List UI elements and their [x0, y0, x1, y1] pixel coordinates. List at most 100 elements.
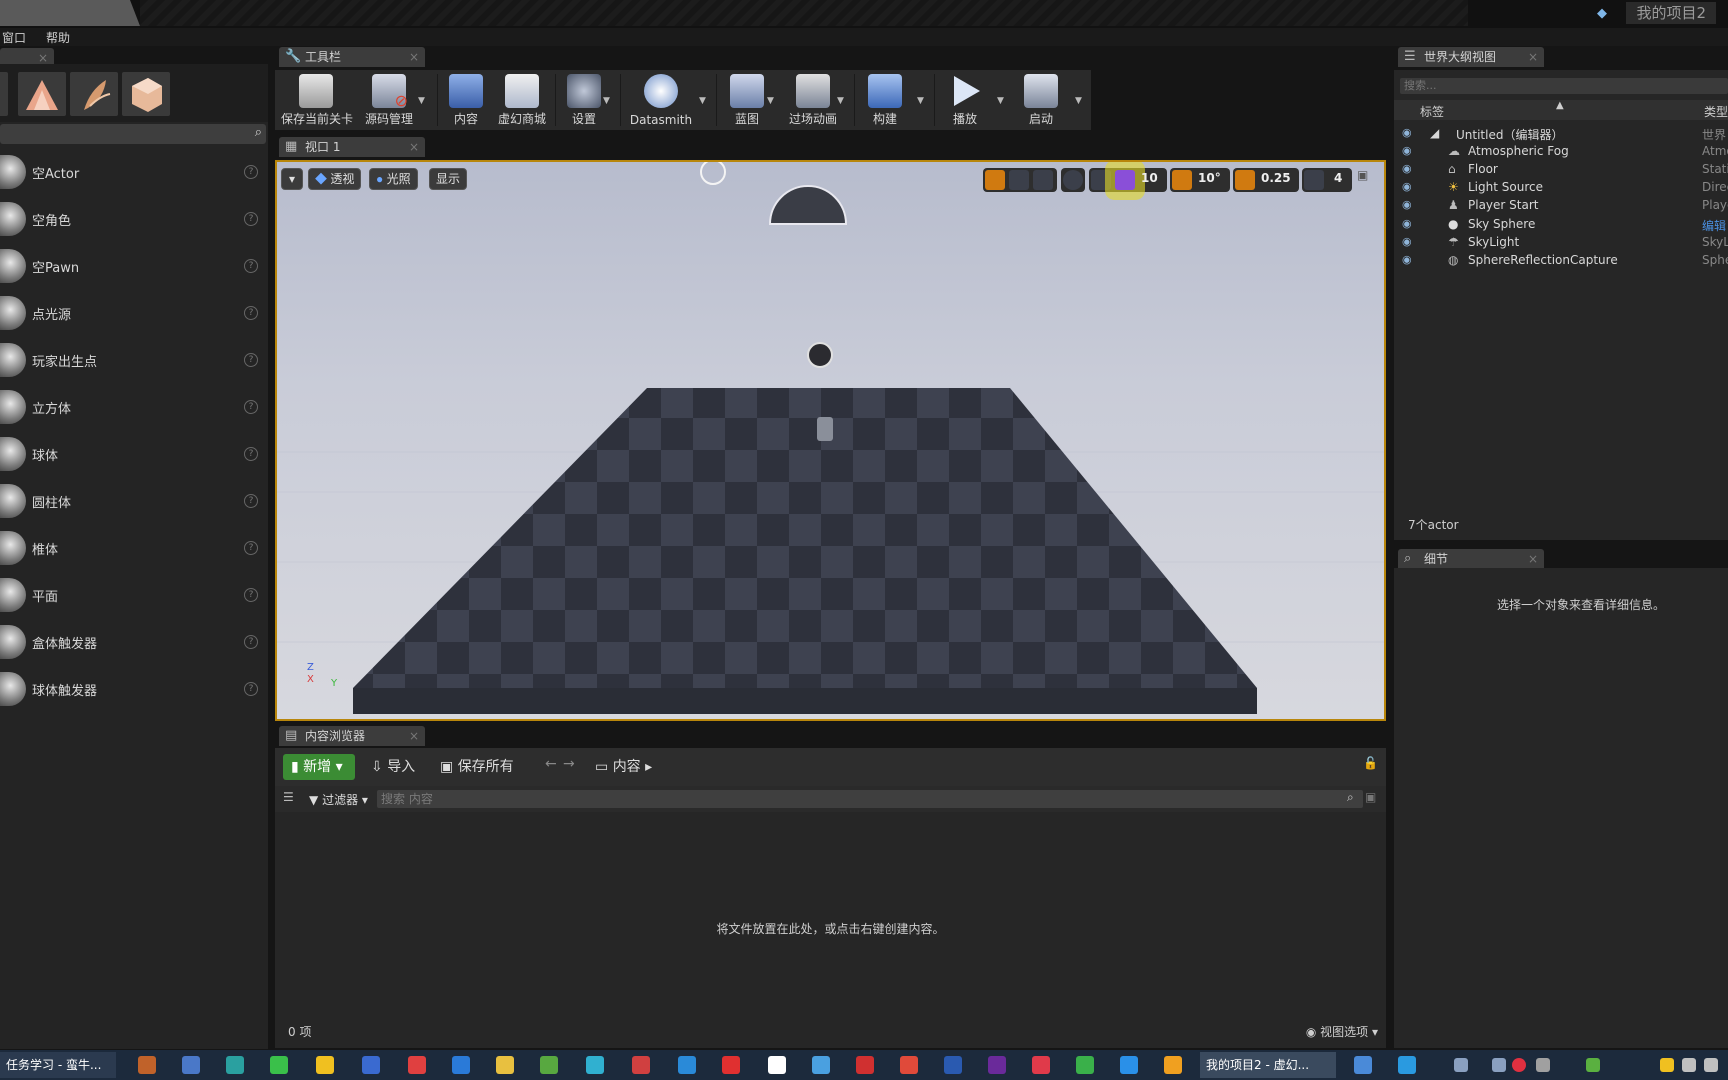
eye-icon[interactable]: ◉ — [1402, 162, 1412, 175]
eye-icon[interactable]: ◉ — [1402, 198, 1412, 211]
save-all-button[interactable]: ▣ 保存所有 — [440, 756, 514, 776]
import-button[interactable]: ⇩ 导入 — [371, 756, 415, 776]
details-tab[interactable]: ⌕ 细节 × — [1398, 549, 1544, 569]
lock-icon[interactable]: 🔓 — [1363, 756, 1378, 770]
app-icon[interactable] — [856, 1056, 874, 1074]
camera-icon[interactable] — [1304, 170, 1324, 190]
outliner-search-input[interactable]: 搜索... — [1400, 78, 1728, 94]
help-icon[interactable]: ? — [244, 494, 258, 508]
app-icon[interactable] — [540, 1056, 558, 1074]
outliner-row[interactable]: ◉ ♟ Player Start Playe — [1394, 196, 1728, 214]
move-icon[interactable] — [985, 170, 1005, 190]
tree-expander-icon[interactable]: ◢ — [1430, 126, 1439, 140]
place-item[interactable]: 盒体触发器? — [0, 619, 268, 665]
filter-button[interactable]: ▼ 过滤器 ▾ — [309, 791, 368, 808]
actor-type-link[interactable]: 编辑 — [1702, 217, 1726, 234]
chevron-down-icon[interactable]: ▼ — [1075, 96, 1082, 106]
help-icon[interactable]: ? — [244, 588, 258, 602]
photoshop-icon[interactable] — [452, 1056, 470, 1074]
chevron-down-icon[interactable]: ▼ — [603, 96, 610, 106]
taskbar-window-unreal[interactable]: 我的项目2 - 虚幻... — [1200, 1052, 1336, 1078]
add-new-button[interactable]: ▮ 新增 ▾ — [283, 754, 355, 780]
help-icon[interactable]: ? — [244, 682, 258, 696]
help-icon[interactable]: ? — [244, 635, 258, 649]
rotation-snap-icon[interactable] — [1172, 170, 1192, 190]
unreal-icon[interactable] — [768, 1056, 786, 1074]
outliner-row[interactable]: ◉ ☀ Light Source Direc — [1394, 178, 1728, 196]
place-item[interactable]: 立方体? — [0, 384, 268, 430]
close-icon[interactable]: × — [409, 137, 419, 157]
close-icon[interactable]: × — [1528, 47, 1538, 67]
grid-snap-icon[interactable] — [1115, 170, 1135, 190]
close-icon[interactable]: × — [409, 726, 419, 746]
help-icon[interactable]: ? — [244, 165, 258, 179]
help-icon[interactable]: ? — [244, 353, 258, 367]
category-landscape-icon[interactable] — [18, 72, 66, 116]
eye-icon[interactable]: ◉ — [1402, 217, 1412, 230]
qq-icon[interactable] — [316, 1056, 334, 1074]
maximize-viewport-button[interactable]: ▣ — [1357, 168, 1377, 192]
app-icon[interactable] — [182, 1056, 200, 1074]
wechat-icon[interactable] — [270, 1056, 288, 1074]
scale-icon[interactable] — [1033, 170, 1053, 190]
content-browser-tab[interactable]: ▤ 内容浏览器 × — [279, 726, 425, 746]
tray-icon[interactable] — [1536, 1058, 1550, 1072]
chevron-down-icon[interactable]: ▼ — [699, 96, 706, 106]
viewport-tab[interactable]: ▦ 视口 1 × — [279, 137, 425, 157]
help-icon[interactable]: ? — [244, 306, 258, 320]
tray-icon[interactable] — [1586, 1058, 1600, 1072]
taskbar-window-task-study[interactable]: 任务学习 - 蛮牛... — [0, 1052, 116, 1078]
column-label-header[interactable]: 标签 — [1420, 103, 1444, 120]
back-button[interactable]: ← — [545, 756, 557, 772]
chevron-down-icon[interactable]: ▼ — [767, 96, 774, 106]
place-item[interactable]: 空Pawn? — [0, 243, 268, 289]
tray-icon[interactable] — [1512, 1058, 1526, 1072]
rotation-snap-value[interactable]: 10° — [1198, 171, 1221, 185]
help-icon[interactable]: ? — [244, 259, 258, 273]
network-icon[interactable] — [1704, 1058, 1718, 1072]
outliner-row[interactable]: ◉ ◍ SphereReflectionCapture Sphe — [1394, 251, 1728, 269]
menu-window[interactable]: 窗口 — [2, 29, 26, 46]
scale-snap-value[interactable]: 0.25 — [1261, 171, 1291, 185]
place-item[interactable]: 圆柱体? — [0, 478, 268, 524]
place-search-input[interactable]: ⌕ — [0, 124, 266, 144]
app-icon[interactable] — [1076, 1056, 1094, 1074]
chevron-down-icon[interactable]: ▼ — [418, 96, 425, 106]
path-breadcrumb[interactable]: ▭ 内容 ▸ — [595, 756, 652, 776]
content-search-input[interactable]: 搜索 内容 — [377, 790, 1363, 808]
level-viewport[interactable]: ▾ ◆ 透视 ● 光照 显示 10 10° 0.25 4 ▣ Z X Y — [275, 160, 1386, 721]
scale-snap-icon[interactable] — [1235, 170, 1255, 190]
outliner-row[interactable]: ◉ ⌂ Floor Static — [1394, 160, 1728, 178]
app-icon[interactable] — [1164, 1056, 1182, 1074]
save-search-icon[interactable]: ▣ — [1365, 790, 1376, 804]
place-item[interactable]: 玩家出生点? — [0, 337, 268, 383]
help-icon[interactable]: ? — [244, 400, 258, 414]
sources-toggle-icon[interactable]: ☰ — [283, 790, 294, 804]
app-icon[interactable] — [362, 1056, 380, 1074]
app-icon[interactable] — [1398, 1056, 1416, 1074]
chevron-down-icon[interactable]: ▼ — [917, 96, 924, 106]
eye-icon[interactable]: ◉ — [1402, 180, 1412, 193]
app-icon[interactable] — [900, 1056, 918, 1074]
close-icon[interactable]: × — [1528, 549, 1538, 569]
help-icon[interactable]: ? — [244, 447, 258, 461]
grid-snap-value[interactable]: 10 — [1141, 171, 1158, 185]
outliner-tab[interactable]: ☰ 世界大纲视图 × — [1398, 47, 1544, 67]
eye-icon[interactable]: ◉ — [1402, 144, 1412, 157]
build-button[interactable]: 构建 — [857, 70, 913, 130]
play-button[interactable]: 播放 — [937, 70, 993, 130]
outliner-row[interactable]: ◉ ☁ Atmospheric Fog Atmo — [1394, 142, 1728, 160]
place-item[interactable]: 空角色? — [0, 196, 268, 242]
outliner-row[interactable]: ◉ ◢ Untitled（编辑器） 世界 — [1394, 124, 1728, 142]
place-item[interactable]: 椎体? — [0, 525, 268, 571]
tray-icon[interactable] — [1454, 1058, 1468, 1072]
app-icon[interactable] — [496, 1056, 514, 1074]
app-icon[interactable] — [408, 1056, 426, 1074]
place-item[interactable]: 球体? — [0, 431, 268, 477]
eye-icon[interactable]: ◉ — [1402, 126, 1412, 139]
app-icon[interactable] — [586, 1056, 604, 1074]
eye-icon[interactable]: ◉ — [1402, 253, 1412, 266]
app-icon[interactable] — [632, 1056, 650, 1074]
lit-mode-button[interactable]: ● 光照 — [369, 168, 418, 190]
column-type-header[interactable]: 类型 — [1704, 103, 1728, 120]
